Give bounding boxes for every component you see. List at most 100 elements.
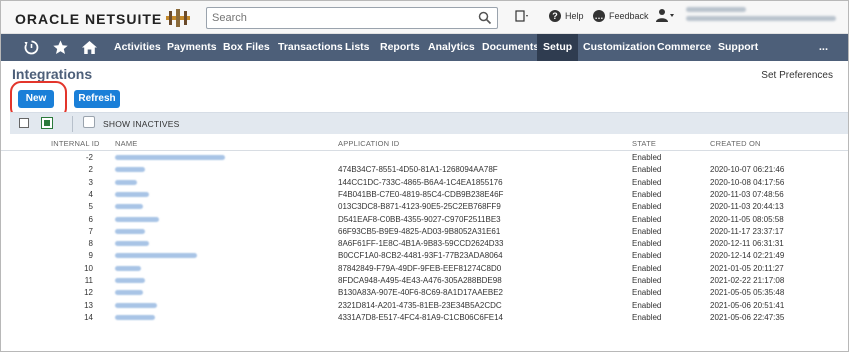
nav-support[interactable]: Support <box>712 34 764 61</box>
row-state: Enabled <box>632 276 662 285</box>
table-row[interactable]: 4 F4B041BB-C7E0-4819-85C4-CDB9B238E46F Ena… <box>1 189 848 201</box>
row-application-id: 144CC1DC-733C-4865-B6A4-1C4EA1855176 <box>338 177 503 187</box>
row-created-on: 2021-05-06 20:51:41 <box>710 300 785 310</box>
table-row[interactable]: 11 8FDCA948-A495-4E43-A476-305A288BDE98 En… <box>1 275 848 287</box>
search-icon[interactable] <box>478 11 492 25</box>
app-window: ORACLE NETSUITE ? Help … <box>0 0 849 352</box>
nav-customization[interactable]: Customization <box>577 34 661 61</box>
row-created-on: 2021-01-05 20:11:27 <box>710 263 784 273</box>
list-toolbar: SHOW INACTIVES <box>10 112 848 134</box>
row-application-id: 87842849-F79A-49DF-9FEB-EEF81274C8D0 <box>338 263 502 273</box>
row-created-on: 2021-05-06 22:47:35 <box>710 312 785 322</box>
table-row[interactable]: 6 D541EAF8-C0BB-4355-9027-C970F2511BE3 Ena… <box>1 214 848 226</box>
row-application-id: 4331A7D8-E517-4FC4-81A9-C1CB06C6FE14 <box>338 312 503 322</box>
nav-activities[interactable]: Activities <box>108 34 167 61</box>
row-internal-id: 2 <box>88 165 93 175</box>
row-created-on: 2020-10-08 04:17:56 <box>710 177 785 187</box>
row-name-link[interactable] <box>115 228 145 234</box>
table-row[interactable]: 3 144CC1DC-733C-4865-B6A4-1C4EA1855176 Ena… <box>1 177 848 189</box>
logo-netsuite-text: NETSUITE <box>85 11 163 27</box>
nav-commerce[interactable]: Commerce <box>651 34 717 61</box>
table-row[interactable]: 14 4331A7D8-E517-4FC4-81A9-C1CB06C6FE14 En… <box>1 312 848 324</box>
row-internal-id: 13 <box>84 300 93 310</box>
show-inactives-checkbox[interactable] <box>83 116 95 128</box>
nav-more-menu[interactable]: ... <box>819 34 828 61</box>
row-created-on: 2020-10-07 06:21:46 <box>710 165 785 175</box>
row-created-on: 2020-11-03 20:44:13 <box>710 202 784 212</box>
table-row[interactable]: 9 B0CCF1A0-8CB2-4481-93F1-77B23ADA8064 Ena… <box>1 250 848 262</box>
row-name-link[interactable] <box>115 265 141 271</box>
nav-transactions[interactable]: Transactions <box>272 34 349 61</box>
col-created-on[interactable]: CREATED ON <box>710 139 761 148</box>
row-name-link[interactable] <box>115 241 149 247</box>
row-internal-id: 3 <box>88 177 93 187</box>
row-application-id: 8A6F61FF-1E8C-4B1A-9B83-59CCD2624D33 <box>338 239 504 249</box>
col-internal-id[interactable]: INTERNAL ID <box>51 139 100 148</box>
row-internal-id: 12 <box>84 288 93 298</box>
row-created-on: 2020-11-05 08:05:58 <box>710 214 784 224</box>
table-row[interactable]: 12 B130A83A-907E-40F6-8C69-8A1D17AAEBE2 En… <box>1 287 848 299</box>
row-internal-id: 6 <box>88 214 93 224</box>
row-name-link[interactable] <box>115 204 143 210</box>
nav-analytics[interactable]: Analytics <box>422 34 481 61</box>
col-state[interactable]: STATE <box>632 139 656 148</box>
row-name-link[interactable] <box>115 290 143 296</box>
nav-lists[interactable]: Lists <box>339 34 376 61</box>
row-name-link[interactable] <box>115 179 137 185</box>
table-row[interactable]: 8 8A6F61FF-1E8C-4B1A-9B83-59CCD2624D33 Ena… <box>1 238 848 250</box>
oracle-netsuite-logo[interactable]: ORACLE NETSUITE <box>15 11 162 27</box>
user-role-icon <box>656 9 674 22</box>
select-all-checkbox[interactable] <box>19 118 29 128</box>
row-name-link[interactable] <box>115 216 159 222</box>
row-state: Enabled <box>632 251 662 261</box>
row-name-link[interactable] <box>115 155 225 160</box>
row-internal-id: 5 <box>88 202 93 212</box>
table-header: INTERNAL ID NAME APPLICATION ID STATE CR… <box>1 135 848 151</box>
table-row[interactable]: 7 66F93CB5-B9E9-4825-AD03-9B8052A31E61 Ena… <box>1 226 848 238</box>
row-application-id: 474B34C7-8551-4D50-81A1-1268094AA78F <box>338 165 498 175</box>
feedback-link[interactable]: … Feedback <box>593 10 649 22</box>
main-navigation: Activities Payments Box Files Transactio… <box>1 34 848 61</box>
top-header: ORACLE NETSUITE ? Help … <box>1 1 848 34</box>
table-row[interactable]: 5 013C3DC8-B871-4123-90E5-25C2EB768FF9 Ena… <box>1 201 848 213</box>
row-name-link[interactable] <box>115 253 197 259</box>
col-application-id[interactable]: APPLICATION ID <box>338 139 399 148</box>
table-row[interactable]: 10 87842849-F79A-49DF-9FEB-EEF81274C8D0 En… <box>1 263 848 275</box>
nav-payments[interactable]: Payments <box>161 34 223 61</box>
nav-documents[interactable]: Documents <box>476 34 545 61</box>
row-application-id: 66F93CB5-B9E9-4825-AD03-9B8052A31E61 <box>338 226 501 236</box>
row-name-link[interactable] <box>115 314 155 320</box>
toolbar-divider <box>72 116 73 132</box>
nav-box-files[interactable]: Box Files <box>217 34 276 61</box>
home-icon[interactable] <box>81 39 98 56</box>
feedback-icon: … <box>593 10 605 22</box>
export-excel-icon[interactable] <box>41 117 53 129</box>
nav-setup[interactable]: Setup <box>537 34 579 61</box>
row-name-link[interactable] <box>115 167 145 173</box>
col-name[interactable]: NAME <box>115 139 137 148</box>
help-icon: ? <box>549 10 561 22</box>
shortcuts-star-icon[interactable] <box>52 39 69 56</box>
role-menu[interactable] <box>655 8 675 24</box>
row-state: Enabled <box>632 226 662 236</box>
row-name-link[interactable] <box>115 278 145 283</box>
help-link[interactable]: ? Help <box>549 10 584 22</box>
recent-records-menu[interactable] <box>515 10 529 22</box>
help-label: Help <box>565 11 584 21</box>
user-account-info[interactable] <box>686 7 836 25</box>
logo-oracle-text: ORACLE <box>15 11 81 27</box>
nav-reports[interactable]: Reports <box>374 34 426 61</box>
row-created-on: 2020-12-14 02:21:49 <box>710 251 785 261</box>
global-search[interactable] <box>206 7 498 29</box>
row-name-link[interactable] <box>115 302 157 308</box>
search-input[interactable] <box>207 8 457 28</box>
table-row[interactable]: -2 Enabled <box>1 152 848 164</box>
table-row[interactable]: 13 2321D814-A201-4735-81EB-23E34B5A2CDC En… <box>1 300 848 312</box>
row-name-link[interactable] <box>115 191 149 197</box>
table-row[interactable]: 2 474B34C7-8551-4D50-81A1-1268094AA78F Ena… <box>1 164 848 176</box>
refresh-button[interactable]: Refresh <box>74 90 120 108</box>
row-internal-id: 7 <box>88 226 93 236</box>
row-application-id: 8FDCA948-A495-4E43-A476-305A288BDE98 <box>338 276 502 285</box>
recent-icon[interactable] <box>23 39 40 56</box>
set-preferences-link[interactable]: Set Preferences <box>761 70 833 81</box>
